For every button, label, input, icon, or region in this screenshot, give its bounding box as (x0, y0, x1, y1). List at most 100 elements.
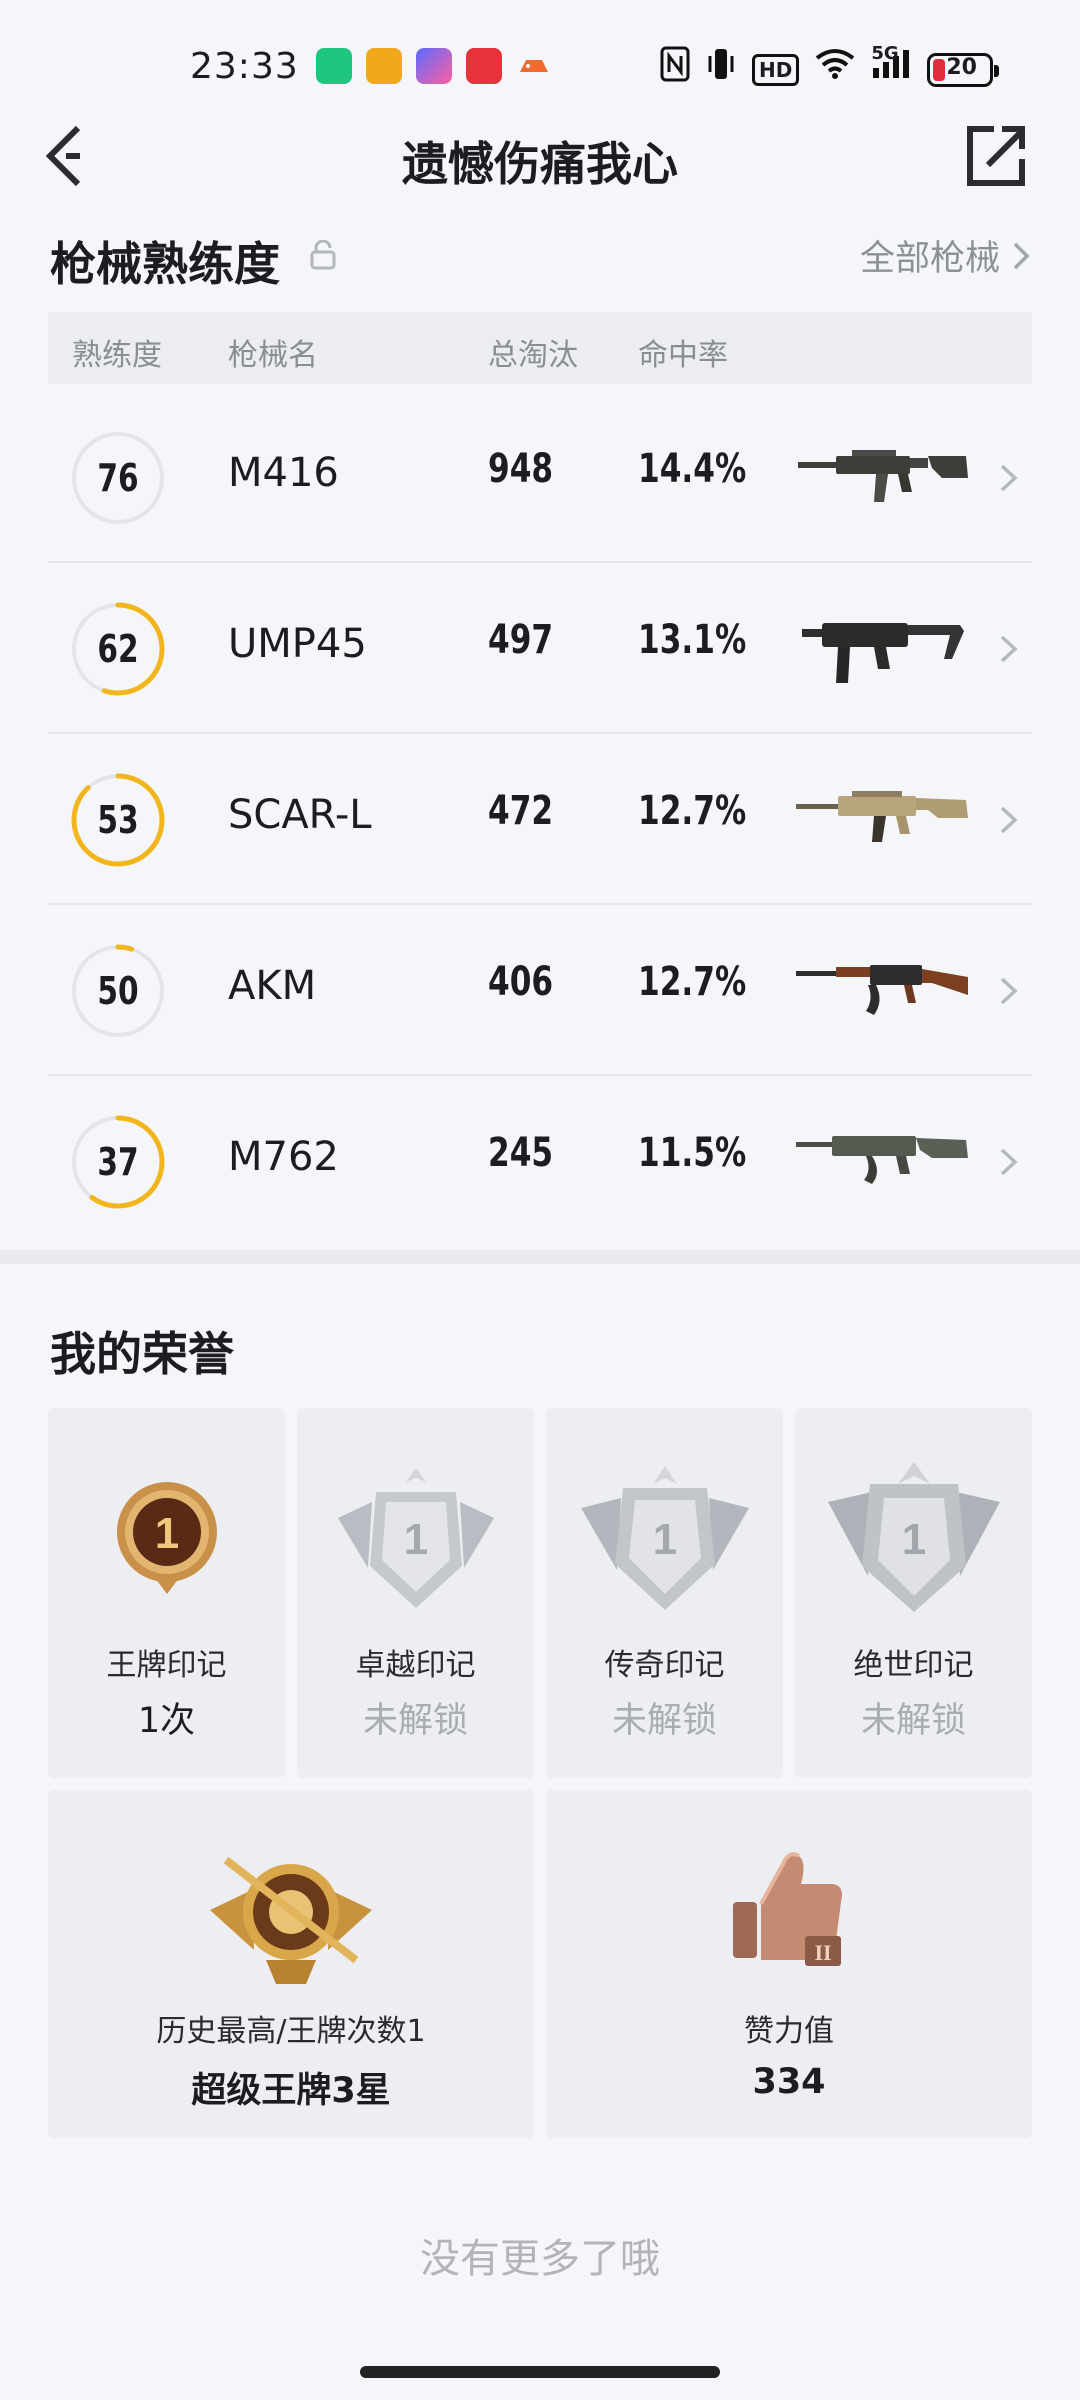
weapon-hit-rate: 13.1% (638, 617, 747, 663)
camera-app-icon (366, 48, 402, 84)
weapon-kills: 406 (488, 959, 554, 1005)
wifi-icon (815, 48, 855, 91)
col-weapon-name: 枪械名 (228, 338, 318, 373)
honor-card-ace[interactable]: 1 王牌印记 1次 (48, 1408, 285, 1778)
end-of-list-text: 没有更多了哦 (420, 2236, 660, 2282)
weapon-name: M762 (228, 1134, 339, 1180)
battery-level-fill (933, 58, 946, 81)
svg-text:1: 1 (154, 1509, 178, 1558)
m416-rifle-icon (798, 450, 968, 502)
status-bar: 23:33 HD 5G 20 (0, 0, 1080, 120)
svg-text:II: II (814, 1940, 831, 1965)
star-app-icon (416, 48, 452, 84)
excellent-badge-icon: 1 (337, 1468, 494, 1608)
honor-marks-row: 1 王牌印记 1次 1 卓越印记 未解锁 1 传奇印记 未解锁 1 绝世印记 未… (48, 1408, 1032, 1778)
honor-value: 超级王牌3星 (191, 2071, 391, 2111)
m762-rifle-icon (796, 1136, 968, 1184)
honor-card-legend[interactable]: 1 传奇印记 未解锁 (546, 1408, 783, 1778)
highest-tier-card[interactable]: 历史最高/王牌次数1 超级王牌3星 (48, 1790, 534, 2138)
weapon-row[interactable]: 37 M762 245 11.5% (48, 1076, 1032, 1247)
share-external-icon (967, 126, 1025, 186)
honor-value: 334 (752, 2062, 826, 2102)
weapon-row[interactable]: 53 SCAR-L 472 12.7% (48, 734, 1032, 905)
legend-badge-icon: 1 (580, 1466, 749, 1610)
honor-stats-row: 历史最高/王牌次数1 超级王牌3星 II 赞力值 334 (48, 1790, 1032, 2138)
weapon-kills: 472 (488, 788, 554, 834)
honor-value: 未解锁 (362, 1701, 468, 1741)
home-indicator[interactable] (360, 2366, 720, 2378)
unlock-icon[interactable] (310, 240, 336, 270)
weapon-name: SCAR-L (228, 792, 372, 838)
col-mastery: 熟练度 (72, 338, 162, 373)
mastery-level: 53 (97, 798, 139, 842)
weapon-hit-rate: 11.5% (638, 1130, 747, 1176)
weapon-kills: 948 (488, 446, 554, 492)
status-icons: HD 5G 20 (660, 43, 1000, 93)
weapon-kills: 497 (488, 617, 554, 663)
network-type: 5G (871, 43, 899, 64)
scar-l-rifle-icon (796, 791, 968, 842)
honor-value: 1次 (137, 1701, 196, 1741)
weapon-list: 76 M416 948 14.4% 62 UMP45 497 13.1% 53 … (48, 392, 1032, 1247)
honor-name: 赞力值 (744, 2014, 834, 2049)
honor-name: 卓越印记 (355, 1648, 476, 1683)
honor-card-excellent[interactable]: 1 卓越印记 未解锁 (297, 1408, 534, 1778)
section-divider (0, 1250, 1080, 1264)
nfc-icon (660, 46, 690, 93)
honor-card-peerless[interactable]: 1 绝世印记 未解锁 (795, 1408, 1032, 1778)
ace-tier-emblem-icon (210, 1856, 372, 1984)
honor-value: 未解锁 (611, 1701, 717, 1741)
likes-card[interactable]: II 赞力值 334 (546, 1790, 1032, 2138)
weapon-name: UMP45 (228, 621, 367, 667)
all-weapons-label: 全部枪械 (859, 239, 1000, 279)
game-app-icon (516, 48, 552, 84)
vibrate-icon (706, 46, 736, 93)
all-weapons-link[interactable]: 全部枪械 (860, 230, 1030, 281)
honor-value: 未解锁 (860, 1701, 966, 1741)
svg-text:1: 1 (652, 1515, 676, 1564)
akm-rifle-icon (796, 965, 968, 1015)
battery-app-icon (316, 48, 352, 84)
peerless-badge-icon: 1 (827, 1462, 1000, 1612)
notification-icons (316, 48, 552, 84)
mastery-level: 37 (97, 1140, 139, 1184)
battery-percent: 20 (946, 54, 977, 80)
honor-name: 历史最高/王牌次数1 (156, 2014, 426, 2049)
app-root: 23:33 HD 5G 20 遗憾伤痛我心 枪械熟练度 全部枪械 熟练度 枪械名… (0, 0, 1080, 2400)
chevron-right-icon (1000, 806, 1018, 834)
weapon-table-header: 熟练度 枪械名 总淘汰 命中率 (48, 312, 1032, 384)
mastery-level: 62 (97, 627, 139, 671)
weapon-row[interactable]: 62 UMP45 497 13.1% (48, 563, 1032, 734)
chevron-right-icon (1013, 242, 1030, 269)
chevron-right-icon (1000, 1148, 1018, 1176)
col-hit-rate: 命中率 (638, 338, 728, 373)
weapon-section-title: 枪械熟练度 (50, 237, 280, 291)
col-total-kills: 总淘汰 (488, 338, 578, 373)
share-button[interactable] (964, 123, 1028, 189)
ace-medal-icon: 1 (116, 1482, 217, 1594)
weapon-hit-rate: 12.7% (638, 959, 747, 1005)
honors-grid: 1 王牌印记 1次 1 卓越印记 未解锁 1 传奇印记 未解锁 1 绝世印记 未… (48, 1408, 1032, 2138)
chevron-right-icon (1000, 464, 1018, 492)
mastery-level: 76 (97, 456, 139, 500)
honor-name: 传奇印记 (604, 1648, 725, 1683)
red-envelope-icon (466, 48, 502, 84)
chevron-right-icon (1000, 635, 1018, 663)
svg-text:1: 1 (901, 1515, 925, 1564)
battery-icon: 20 (927, 52, 1000, 87)
weapon-name: AKM (228, 963, 317, 1009)
honor-name: 王牌印记 (106, 1648, 227, 1683)
weapon-hit-rate: 12.7% (638, 788, 747, 834)
weapon-hit-rate: 14.4% (638, 446, 747, 492)
ump45-smg-icon (802, 623, 964, 683)
status-time: 23:33 (190, 46, 299, 87)
weapon-row[interactable]: 50 AKM 406 12.7% (48, 905, 1032, 1076)
mastery-level: 50 (97, 969, 139, 1013)
page-title: 遗憾伤痛我心 (402, 137, 678, 191)
weapon-kills: 245 (488, 1130, 554, 1176)
hd-icon: HD (752, 53, 800, 86)
thumbs-up-icon: II (733, 1852, 842, 1966)
chevron-right-icon (1000, 977, 1018, 1005)
signal-icon: 5G (871, 43, 911, 91)
weapon-row[interactable]: 76 M416 948 14.4% (48, 392, 1032, 563)
